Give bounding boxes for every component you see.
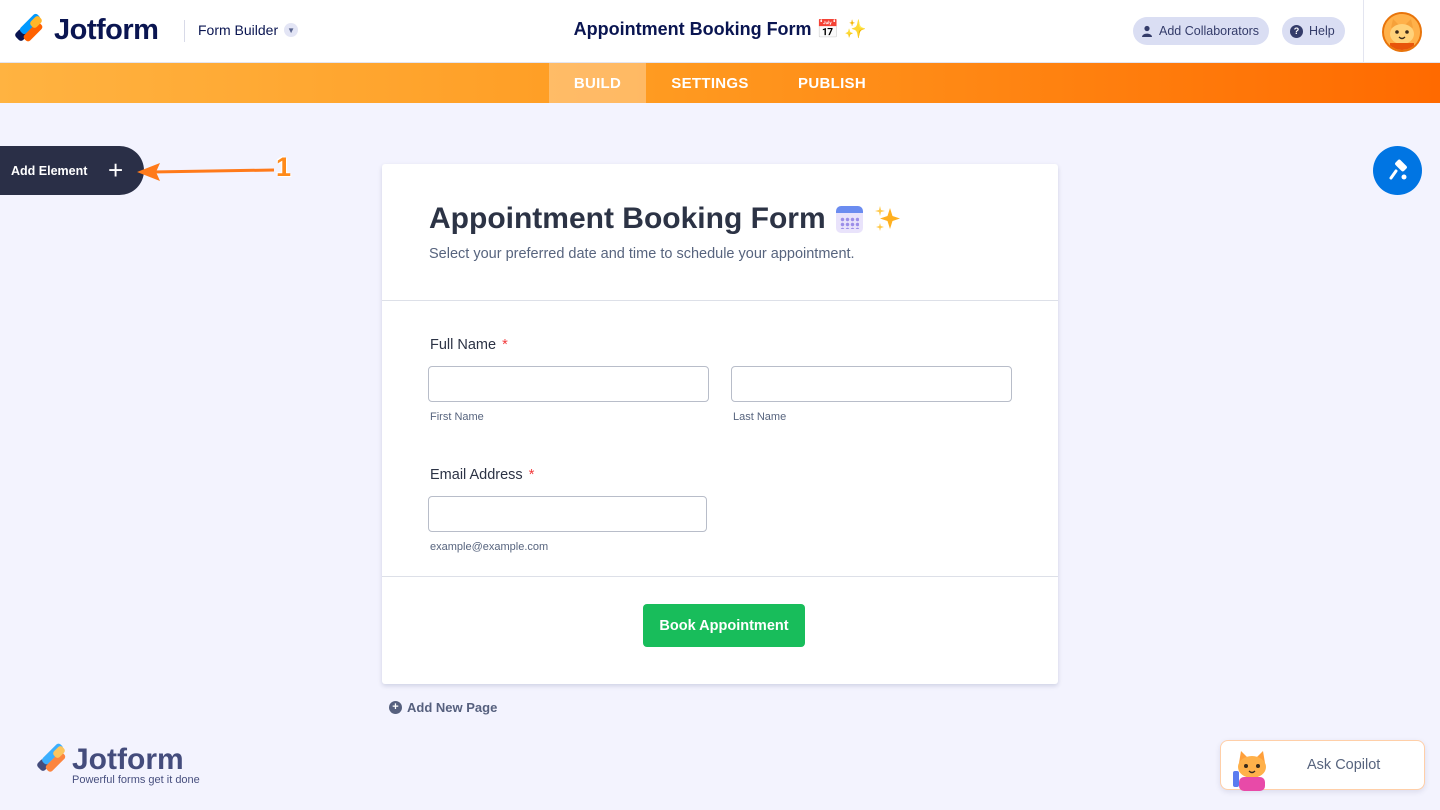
copilot-cat-icon [1233,751,1266,791]
top-header: Jotform Form Builder ▼ Appointment Booki… [0,0,1440,63]
form-designer-button[interactable] [1373,146,1422,195]
jotform-logo-icon [35,742,68,777]
full-name-label[interactable]: Full Name * [430,337,508,353]
required-mark: * [528,467,535,483]
cat-avatar-icon [1384,14,1420,50]
tab-settings[interactable]: SETTINGS [646,63,774,103]
builder-nav-bar: BUILD SETTINGS PUBLISH [0,63,1440,103]
tab-publish[interactable]: PUBLISH [774,63,890,103]
calendar-icon [835,205,863,233]
email-input[interactable] [428,496,707,532]
plus-circle-icon: + [389,701,402,714]
footer-brand: Jotform [72,743,184,776]
full-name-label-text: Full Name [430,337,497,353]
help-label: Help [1309,24,1335,38]
ask-copilot-button[interactable]: Ask Copilot [1220,740,1425,791]
form-heading-text: Appointment Booking Form [429,202,826,235]
user-avatar[interactable] [1382,12,1422,52]
last-name-sublabel: Last Name [733,411,787,423]
form-subheading[interactable]: Select your preferred date and time to s… [429,246,855,262]
sparkles-icon [874,206,900,231]
paint-roller-icon [1389,159,1407,179]
add-collaborators-label: Add Collaborators [1159,24,1260,38]
user-icon [1142,25,1152,37]
add-element-button[interactable]: Add Element + [0,146,144,195]
section-divider [382,300,1058,301]
add-new-page-label: Add New Page [407,700,498,715]
form-card: Appointment Booking Form Select your pre… [382,164,1058,684]
required-mark: * [502,337,508,353]
email-sublabel: example@example.com [430,541,549,553]
header-separator [1363,0,1364,63]
footer-divider [382,576,1058,577]
last-name-input[interactable] [731,366,1012,402]
footer-logo: Jotform Powerful forms get it done [35,742,200,786]
help-icon: ? [1290,24,1303,38]
help-button[interactable]: ? Help [1282,17,1345,45]
add-collaborators-button[interactable]: Add Collaborators [1133,17,1270,45]
form-heading[interactable]: Appointment Booking Form [429,202,903,236]
email-label[interactable]: Email Address * [430,467,534,483]
first-name-sublabel: First Name [430,411,484,423]
add-element-label: Add Element [11,163,88,178]
first-name-input[interactable] [428,366,709,402]
tab-build[interactable]: BUILD [549,63,646,103]
add-new-page-button[interactable]: + Add New Page [389,700,497,715]
annotation-number: 1 [276,152,292,182]
ask-copilot-label: Ask Copilot [1307,757,1381,773]
email-label-text: Email Address [430,467,523,483]
footer-tagline: Powerful forms get it done [72,774,200,786]
book-appointment-button[interactable]: Book Appointment [643,604,805,647]
plus-icon: + [108,155,124,185]
